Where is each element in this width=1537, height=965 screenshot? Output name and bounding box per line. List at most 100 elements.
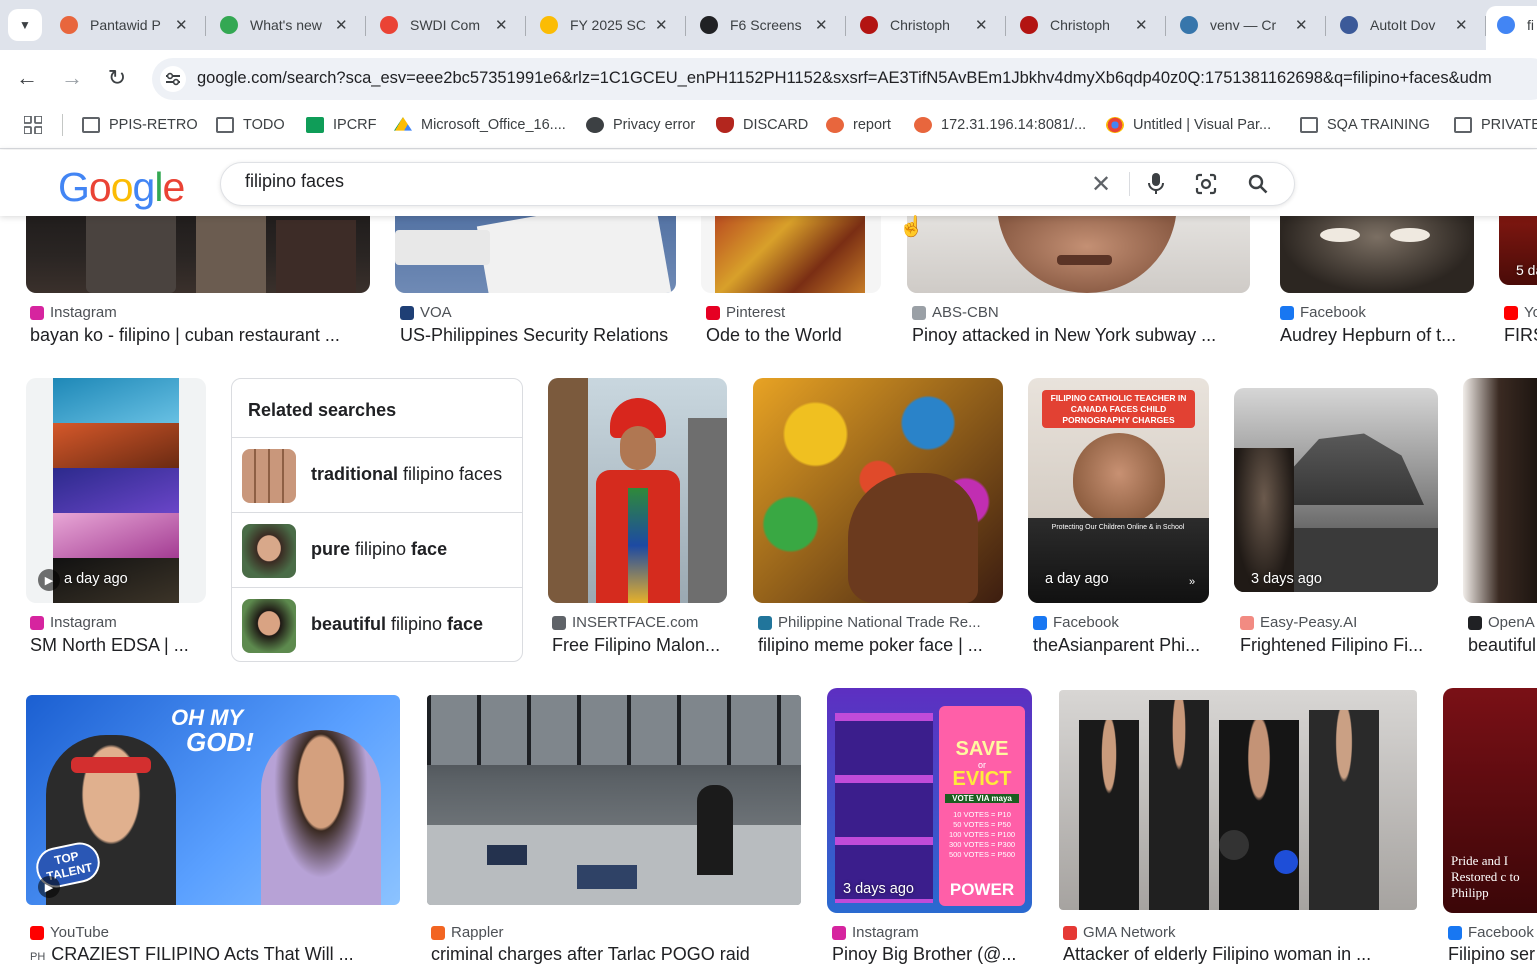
source-name: Philippine National Trade Re... bbox=[778, 614, 981, 631]
tab-close-icon[interactable]: ✕ bbox=[1135, 16, 1148, 34]
source-favicon-icon bbox=[1448, 925, 1462, 940]
image-result[interactable]: ▶ a day ago bbox=[26, 378, 206, 603]
image-result[interactable] bbox=[427, 695, 801, 905]
browser-tab[interactable]: venv — Cr bbox=[1180, 8, 1310, 42]
result-title[interactable]: Pinoy attacked in New York subway ... bbox=[912, 325, 1216, 346]
result-source[interactable]: Instagram bbox=[30, 614, 117, 631]
browser-tab[interactable]: SWDI Com bbox=[380, 8, 510, 42]
result-source[interactable]: Facebook bbox=[1280, 304, 1366, 321]
result-title[interactable]: beautiful bbox=[1468, 635, 1536, 656]
result-source[interactable]: Instagram bbox=[30, 304, 117, 321]
bookmark-item[interactable]: Privacy error bbox=[586, 115, 695, 135]
image-result[interactable]: Pride and I Restored c to Philipp bbox=[1443, 688, 1537, 913]
browser-tab[interactable]: AutoIt Dov bbox=[1340, 8, 1470, 42]
search-box[interactable] bbox=[220, 162, 1295, 206]
browser-tab[interactable]: Pantawid P bbox=[60, 8, 190, 42]
result-title[interactable]: criminal charges after Tarlac POGO raid bbox=[431, 944, 750, 965]
tab-close-icon[interactable]: ✕ bbox=[1455, 16, 1468, 34]
result-title[interactable]: bayan ko - filipino | cuban restaurant .… bbox=[30, 325, 340, 346]
search-input[interactable]: filipino faces bbox=[245, 171, 344, 192]
browser-tab[interactable]: Christoph bbox=[860, 8, 990, 42]
image-banner-text: FILIPINO CATHOLIC TEACHER IN CANADA FACE… bbox=[1042, 390, 1195, 428]
bookmark-item[interactable]: TODO bbox=[216, 115, 285, 135]
result-title[interactable]: Audrey Hepburn of t... bbox=[1280, 325, 1456, 346]
result-title[interactable]: Filipino ser bbox=[1448, 944, 1535, 965]
result-title[interactable]: theAsianparent Phi... bbox=[1033, 635, 1200, 656]
back-button[interactable]: ← bbox=[10, 61, 44, 95]
result-title[interactable]: US-Philippines Security Relations bbox=[400, 325, 668, 346]
url-text[interactable]: google.com/search?sca_esv=eee2bc57351991… bbox=[197, 69, 1492, 88]
result-title[interactable]: Ode to the World bbox=[706, 325, 842, 346]
bookmark-item[interactable]: Untitled | Visual Par... bbox=[1106, 115, 1271, 135]
related-search-item[interactable]: pure filipino face bbox=[232, 512, 522, 588]
result-source[interactable]: Pinterest bbox=[706, 304, 785, 321]
result-source[interactable]: YouTube bbox=[30, 924, 109, 941]
tab-close-icon[interactable]: ✕ bbox=[1295, 16, 1308, 34]
result-source[interactable]: GMA Network bbox=[1063, 924, 1176, 941]
bookmark-item[interactable]: IPCRF bbox=[306, 115, 377, 135]
tab-close-icon[interactable]: ✕ bbox=[655, 16, 668, 34]
result-title[interactable]: Attacker of elderly Filipino woman in ..… bbox=[1063, 944, 1371, 965]
browser-tab[interactable]: FY 2025 SC bbox=[540, 8, 670, 42]
related-search-item[interactable]: traditional filipino faces bbox=[232, 437, 522, 513]
image-result[interactable]: 3 days ago bbox=[1234, 388, 1438, 592]
result-source[interactable]: Facebook bbox=[1448, 924, 1534, 941]
bookmark-item[interactable]: PPIS-RETRO bbox=[82, 115, 198, 135]
result-title[interactable]: Free Filipino Malon... bbox=[552, 635, 720, 656]
image-result[interactable] bbox=[753, 378, 1003, 603]
image-result[interactable]: OH MY GOD! TOP TALENT ▶ bbox=[26, 695, 400, 905]
result-title-text: Pinoy Big Brother (@... bbox=[832, 944, 1017, 964]
bookmark-item[interactable]: PRIVATE bbox=[1454, 115, 1537, 135]
result-title[interactable]: SM North EDSA | ... bbox=[30, 635, 189, 656]
image-result[interactable]: FILIPINO CATHOLIC TEACHER IN CANADA FACE… bbox=[1028, 378, 1209, 603]
bookmark-item[interactable]: Microsoft_Office_16.... bbox=[394, 115, 566, 135]
image-search-button[interactable] bbox=[1192, 170, 1220, 198]
bookmark-item[interactable]: 172.31.196.14:8081/... bbox=[914, 115, 1086, 135]
related-search-item[interactable]: beautiful filipino face bbox=[232, 587, 522, 663]
result-source[interactable]: Yo bbox=[1504, 304, 1537, 321]
tab-close-icon[interactable]: ✕ bbox=[495, 16, 508, 34]
image-result[interactable]: SAVE or EVICT VOTE VIA maya 10 VOTES = P… bbox=[827, 688, 1032, 913]
result-title[interactable]: PH CRAZIEST FILIPINO Acts That Will ... bbox=[30, 944, 354, 965]
bookmark-item[interactable]: SQA TRAINING bbox=[1300, 115, 1430, 135]
site-info-icon[interactable] bbox=[160, 66, 186, 92]
tab-close-icon[interactable]: ✕ bbox=[175, 16, 188, 34]
google-logo[interactable]: Google bbox=[58, 164, 185, 211]
bookmark-item[interactable]: DISCARD bbox=[716, 115, 808, 135]
result-title[interactable]: Frightened Filipino Fi... bbox=[1240, 635, 1423, 656]
tab-close-icon[interactable]: ✕ bbox=[975, 16, 988, 34]
result-source[interactable]: INSERTFACE.com bbox=[552, 614, 698, 631]
result-source[interactable]: ABS-CBN bbox=[912, 304, 999, 321]
reload-button[interactable]: ↻ bbox=[100, 61, 134, 95]
folder-icon bbox=[216, 117, 234, 133]
image-result[interactable] bbox=[1463, 378, 1537, 603]
tab-close-icon[interactable]: ✕ bbox=[335, 16, 348, 34]
result-source[interactable]: OpenA bbox=[1468, 614, 1535, 631]
result-source[interactable]: Philippine National Trade Re... bbox=[758, 614, 981, 631]
tab-search-button[interactable]: ▼ bbox=[8, 9, 42, 41]
clear-button[interactable]: ✕ bbox=[1087, 170, 1115, 198]
apps-grid-icon[interactable] bbox=[23, 115, 43, 135]
bookmark-item[interactable]: report bbox=[826, 115, 891, 135]
result-source[interactable]: Facebook bbox=[1033, 614, 1119, 631]
source-name: OpenA bbox=[1488, 614, 1535, 631]
result-source[interactable]: Rappler bbox=[431, 924, 504, 941]
result-source[interactable]: Instagram bbox=[832, 924, 919, 941]
search-button[interactable] bbox=[1244, 170, 1272, 198]
share-icon: » bbox=[1189, 576, 1196, 588]
result-title[interactable]: FIRS bbox=[1504, 325, 1537, 346]
browser-tab[interactable]: F6 Screens bbox=[700, 8, 830, 42]
browser-tab[interactable]: fi bbox=[1497, 8, 1537, 42]
result-title[interactable]: filipino meme poker face | ... bbox=[758, 635, 983, 656]
result-source[interactable]: VOA bbox=[400, 304, 452, 321]
result-source[interactable]: Easy-Peasy.AI bbox=[1240, 614, 1357, 631]
voice-search-button[interactable] bbox=[1142, 170, 1170, 198]
image-result[interactable] bbox=[548, 378, 727, 603]
image-result[interactable] bbox=[1059, 690, 1417, 910]
browser-tab[interactable]: Christoph bbox=[1020, 8, 1150, 42]
result-title[interactable]: Pinoy Big Brother (@... bbox=[832, 944, 1016, 965]
browser-tab[interactable]: What's new bbox=[220, 8, 350, 42]
forward-button[interactable]: → bbox=[55, 61, 89, 95]
tab-close-icon[interactable]: ✕ bbox=[815, 16, 828, 34]
tab-favicon-icon bbox=[860, 16, 878, 34]
